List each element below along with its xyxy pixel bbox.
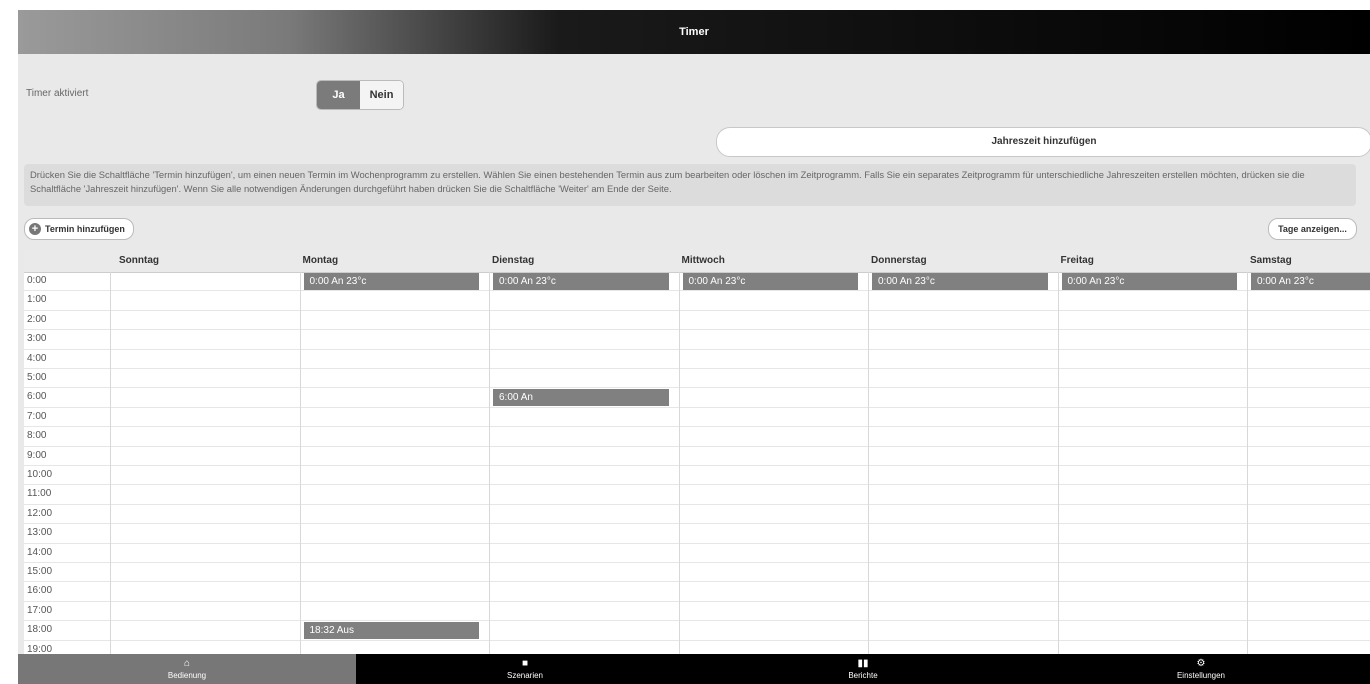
hour-row[interactable]: 16:00 xyxy=(24,582,1370,602)
hour-label: 5:00 xyxy=(27,372,47,383)
day-header-0: Sonntag xyxy=(119,255,159,266)
calendar-event[interactable]: 18:32 Aus xyxy=(303,622,479,640)
hour-label: 10:00 xyxy=(27,469,53,480)
hour-row[interactable]: 12:00 xyxy=(24,505,1370,525)
hour-row[interactable]: 11:00 xyxy=(24,485,1370,505)
hour-row[interactable]: 5:00 xyxy=(24,369,1370,389)
hour-label: 9:00 xyxy=(27,449,47,461)
hour-row[interactable]: 6:00 xyxy=(24,388,1370,408)
hour-row[interactable]: 7:00 xyxy=(24,408,1370,428)
toggle-yes-button[interactable]: Ja xyxy=(317,81,360,109)
calendar-event[interactable]: 0:00 An 23°c xyxy=(493,273,669,290)
toggle-no-button[interactable]: Nein xyxy=(360,81,403,109)
title-bar: Timer xyxy=(18,10,1370,54)
hour-label: 7:00 xyxy=(27,410,47,422)
day-header-6: Samstag xyxy=(1250,255,1292,266)
add-season-button[interactable]: Jahreszeit hinzufügen xyxy=(716,127,1370,157)
instructions-text: Drücken Sie die Schaltfläche 'Termin hin… xyxy=(24,164,1356,206)
calendar-event[interactable]: 0:00 An 23°c xyxy=(682,273,858,290)
hour-label: 11:00 xyxy=(27,488,52,500)
hour-label: 1:00 xyxy=(27,294,47,306)
hour-label: 14:00 xyxy=(27,546,53,558)
tab-szenarien[interactable]: ■ Szenarien xyxy=(356,654,694,684)
day-column-divider xyxy=(678,272,680,654)
day-column-divider xyxy=(489,272,490,654)
home-icon: ⌂ xyxy=(183,658,191,669)
add-appointment-button[interactable]: + Termin hinzufügen xyxy=(24,218,134,240)
hour-row[interactable]: 9:00 xyxy=(24,447,1370,466)
hour-row[interactable]: 10:00 xyxy=(24,466,1370,486)
hour-row[interactable]: 4:00 xyxy=(24,350,1370,369)
day-column-divider xyxy=(1247,272,1248,654)
hour-row[interactable]: 8:00 xyxy=(24,427,1370,447)
tab-label: Szenarien xyxy=(506,671,544,680)
hour-label: 12:00 xyxy=(27,507,53,519)
calendar-header: Sonntag Montag Dienstag Mittwoch Donnerstag F… xyxy=(24,250,1370,273)
hour-label: 4:00 xyxy=(27,352,47,364)
hour-label: 19:00 xyxy=(27,643,53,654)
gear-icon: ⚙ xyxy=(1196,658,1206,669)
calendar-event[interactable]: 6:00 An xyxy=(493,389,669,407)
hour-row[interactable]: 3:00 xyxy=(24,330,1370,350)
hour-row[interactable]: 14:00 xyxy=(24,544,1370,563)
hour-row[interactable]: 19:00 xyxy=(24,641,1370,654)
hour-label: 3:00 xyxy=(27,333,47,345)
day-header-1: Montag xyxy=(302,255,339,266)
hour-label: 13:00 xyxy=(27,527,53,539)
tab-label: Einstellungen xyxy=(1176,671,1226,680)
tab-einstellungen[interactable]: ⚙ Einstellungen xyxy=(1032,654,1370,684)
day-header-5: Freitag xyxy=(1060,255,1094,266)
page-title: Timer xyxy=(679,26,709,38)
hour-label: 15:00 xyxy=(27,566,53,577)
hour-label: 0:00 xyxy=(27,275,47,286)
hour-row[interactable]: 2:00 xyxy=(24,311,1370,331)
timer-app: Timer Timer aktiviert Ja Nein Jahreszeit… xyxy=(18,10,1370,684)
hour-label: 17:00 xyxy=(27,604,53,616)
report-icon: ▮▮ xyxy=(857,658,869,669)
timer-toggle: Ja Nein xyxy=(316,80,404,110)
day-header-4: Donnerstag xyxy=(871,255,927,266)
day-column-divider xyxy=(1057,272,1059,654)
tab-bedienung[interactable]: ⌂ Bedienung xyxy=(18,654,356,684)
tab-berichte[interactable]: ▮▮ Berichte xyxy=(694,654,1032,684)
hour-label: 8:00 xyxy=(27,430,47,442)
timer-toggle-row: Timer aktiviert Ja Nein xyxy=(18,80,1370,110)
hour-label: 6:00 xyxy=(27,391,47,403)
hour-label: 2:00 xyxy=(27,313,47,325)
timer-enabled-label: Timer aktiviert xyxy=(26,88,89,99)
hour-row[interactable]: 1:00 xyxy=(24,291,1370,311)
hour-row[interactable]: 13:00 xyxy=(24,524,1370,544)
camera-icon: ■ xyxy=(521,658,529,669)
tab-label: Bedienung xyxy=(167,671,207,680)
show-days-button[interactable]: Tage anzeigen... xyxy=(1268,218,1357,240)
tab-label: Berichte xyxy=(848,671,878,680)
day-header-2: Dienstag xyxy=(492,255,535,266)
calendar-event[interactable]: 0:00 An 23°c xyxy=(872,273,1048,290)
hour-label: 16:00 xyxy=(27,585,53,597)
hour-row[interactable]: 17:00 xyxy=(24,602,1370,622)
week-calendar: Sonntag Montag Dienstag Mittwoch Donnerstag F… xyxy=(24,250,1370,654)
hour-label: 18:00 xyxy=(27,624,53,636)
day-column-divider xyxy=(868,272,869,654)
hour-row[interactable]: 15:00 xyxy=(24,563,1370,583)
calendar-event[interactable]: 0:00 An 23°c xyxy=(1251,273,1370,290)
hour-row[interactable]: 18:00 xyxy=(24,621,1370,641)
add-appointment-label: Termin hinzufügen xyxy=(45,224,125,234)
calendar-event[interactable]: 0:00 An 23°c xyxy=(1061,273,1237,290)
bottom-tab-bar: ⌂ Bedienung ■ Szenarien ▮▮ Berichte ⚙ Einstellu… xyxy=(18,654,1370,684)
day-column-divider xyxy=(110,272,111,654)
day-column-divider xyxy=(299,272,301,654)
calendar-event[interactable]: 0:00 An 23°c xyxy=(303,273,479,290)
plus-icon: + xyxy=(29,223,41,235)
day-header-3: Mittwoch xyxy=(681,255,725,266)
